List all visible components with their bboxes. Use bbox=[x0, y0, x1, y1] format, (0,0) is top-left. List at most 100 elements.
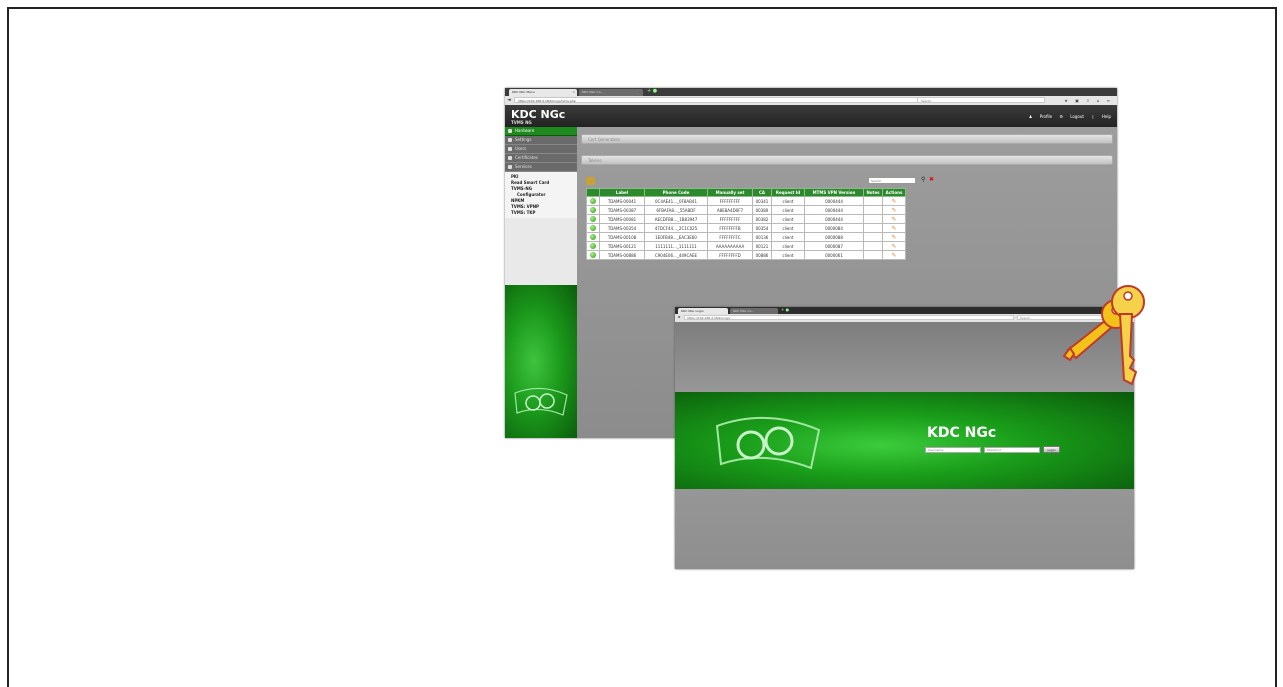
column-header[interactable]: Phone Code bbox=[644, 188, 708, 197]
add-token-icon[interactable] bbox=[586, 177, 595, 185]
status-ok-icon bbox=[590, 207, 596, 213]
table-search-input[interactable]: Search bbox=[868, 177, 916, 184]
edit-pencil-icon[interactable]: ✎ bbox=[891, 234, 896, 241]
status-cell bbox=[586, 250, 600, 260]
sidebar-item-label: Settings bbox=[515, 137, 532, 142]
cell-request-id: client bbox=[771, 250, 805, 260]
table-row[interactable]: TDAMS-00108 1E0FB48..._EAC3E60 FFFFFFFFC… bbox=[586, 232, 906, 242]
edit-pencil-icon[interactable]: ✎ bbox=[891, 252, 896, 259]
cell-request-id: client bbox=[771, 223, 805, 233]
logout-link[interactable]: Logout bbox=[1070, 114, 1084, 119]
username-input[interactable]: Username bbox=[925, 447, 981, 453]
cell-request-id: client bbox=[771, 241, 805, 251]
help-link[interactable]: Help bbox=[1102, 114, 1111, 119]
password-input[interactable]: Password bbox=[984, 447, 1040, 453]
column-header[interactable]: Label bbox=[599, 188, 645, 197]
table-row[interactable]: TDAMS-00354 47DCF44..._2C1C025 FFFFFFFFB… bbox=[586, 223, 906, 233]
app-header: KDC NGc TVMS NG ♟ Profile ⚙ Logout ❘ Hel… bbox=[505, 105, 1117, 127]
status-ok-icon bbox=[590, 198, 596, 204]
edit-pencil-icon[interactable]: ✎ bbox=[891, 243, 896, 250]
close-icon[interactable]: × bbox=[638, 89, 641, 96]
menu-icon bbox=[508, 138, 512, 142]
login-banner: KDC NGc Username Password Login bbox=[675, 392, 1134, 489]
panel-cert-generation[interactable]: Cert Generation bbox=[581, 134, 1113, 144]
column-header[interactable]: Actions bbox=[882, 188, 906, 197]
header-links: ♟ Profile ⚙ Logout ❘ Help bbox=[1023, 114, 1111, 119]
cell-ca: 00341 bbox=[752, 196, 772, 206]
sidebar-submenu: PKI Read Smart Card TVMS-NG Configurator… bbox=[505, 172, 577, 218]
cell-vpn-version: 0000444 bbox=[804, 214, 864, 224]
tab-active[interactable]: KDC NGc Menu × bbox=[509, 89, 577, 96]
login-button[interactable]: Login bbox=[1043, 446, 1060, 453]
app-subtitle: TVMS NG bbox=[511, 120, 532, 125]
column-header[interactable]: MTMS VPN Version bbox=[804, 188, 864, 197]
cell-notes bbox=[863, 250, 883, 260]
sidebar-item-certificates[interactable]: Certificates bbox=[505, 154, 577, 163]
cell-label: TDAMS-00081 bbox=[599, 214, 645, 224]
profile-link[interactable]: Profile bbox=[1040, 114, 1052, 119]
cell-vpn-version: 0000061 bbox=[804, 250, 864, 260]
edit-pencil-icon[interactable]: ✎ bbox=[891, 207, 896, 214]
close-icon[interactable]: × bbox=[572, 89, 575, 96]
table-row[interactable]: TDAMS-00041 0C4AE41..._0F8AB41 FFFFFFFFF… bbox=[586, 196, 906, 206]
column-header[interactable] bbox=[586, 188, 600, 197]
back-arrow-icon[interactable]: ◄ bbox=[507, 96, 511, 105]
cell-manually-set: AAAAAAAAAA bbox=[707, 241, 753, 251]
cell-notes bbox=[863, 214, 883, 224]
column-header[interactable]: CA bbox=[752, 188, 772, 197]
status-ok-icon bbox=[590, 234, 596, 240]
keys-icon bbox=[1062, 285, 1145, 386]
url-field[interactable]: https://192.168.4.18/kdcngc/ bbox=[684, 315, 1014, 320]
search-field[interactable]: Search bbox=[917, 97, 1045, 103]
column-header[interactable]: Manually set bbox=[707, 188, 753, 197]
sidebar-item-users[interactable]: Users bbox=[505, 145, 577, 154]
sidebar-item-settings[interactable]: Settings bbox=[505, 136, 577, 145]
clear-icon[interactable]: ✖ bbox=[929, 176, 934, 183]
submenu-item[interactable]: TVMS: TKP bbox=[511, 210, 577, 216]
cell-phone-code: C904E06..._449CAEE bbox=[644, 250, 708, 260]
table-row[interactable]: TDAMS-00121 1111111..._1111111 AAAAAAAAA… bbox=[586, 241, 906, 251]
cell-phone-code: 6FBAFA8..._55ABDF bbox=[644, 205, 708, 215]
sidebar-item-services[interactable]: Services bbox=[505, 163, 577, 172]
menu-icon bbox=[508, 129, 512, 133]
table-row[interactable]: TDAMS-00886 C904E06..._449CAEE FFFFFFFFD… bbox=[586, 250, 906, 260]
cell-actions: ✎ bbox=[882, 205, 906, 215]
user-icon: ♟ bbox=[1028, 114, 1033, 119]
status-ok-icon bbox=[590, 243, 596, 249]
cell-ca: 00382 bbox=[752, 214, 772, 224]
column-header[interactable]: Notes bbox=[863, 188, 883, 197]
sidebar-item-label: Services bbox=[515, 164, 532, 169]
status-cell bbox=[586, 205, 600, 215]
cell-ca: 00121 bbox=[752, 241, 772, 251]
edit-pencil-icon[interactable]: ✎ bbox=[891, 198, 896, 205]
new-tab-icon[interactable]: + ● bbox=[647, 88, 657, 94]
cell-ca: 00354 bbox=[752, 223, 772, 233]
company-logo bbox=[514, 387, 568, 416]
cell-actions: ✎ bbox=[882, 241, 906, 251]
search-icon[interactable]: ⚲ bbox=[921, 176, 925, 183]
status-cell bbox=[586, 223, 600, 233]
edit-pencil-icon[interactable]: ✎ bbox=[891, 225, 896, 232]
cell-actions: ✎ bbox=[882, 223, 906, 233]
tab-label: KDC NGc Menu bbox=[512, 90, 535, 94]
cell-actions: ✎ bbox=[882, 250, 906, 260]
status-ok-icon bbox=[590, 225, 596, 231]
panel-tokens[interactable]: Tokens bbox=[581, 155, 1113, 165]
tab-inactive[interactable]: KDC NGc Co... × bbox=[579, 89, 643, 96]
table-row[interactable]: TDAMS-00081 AECDFB8..._1B83947 FFFFFFFFF… bbox=[586, 214, 906, 224]
cell-request-id: client bbox=[771, 214, 805, 224]
column-header[interactable]: Request Id bbox=[771, 188, 805, 197]
tab-label: KDC NGc Login bbox=[681, 309, 704, 313]
edit-pencil-icon[interactable]: ✎ bbox=[891, 216, 896, 223]
cell-phone-code: 1111111..._1111111 bbox=[644, 241, 708, 251]
back-arrow-icon[interactable]: ◄ bbox=[677, 314, 680, 319]
status-cell bbox=[586, 196, 600, 206]
sidebar-item-hardware[interactable]: Hardware bbox=[505, 127, 577, 136]
toolbar-icons[interactable]: ★ ▣ ⇩ ⌂ ≡ bbox=[1064, 96, 1113, 105]
cell-manually-set: FFFFFFFFF bbox=[707, 214, 753, 224]
cell-ca: 00380 bbox=[752, 205, 772, 215]
table-row[interactable]: TDAMS-00387 6FBAFA8..._55ABDF A8E8A4D0F7… bbox=[586, 205, 906, 215]
new-tab-icon[interactable]: + ● bbox=[781, 307, 789, 312]
help-icon: ❘ bbox=[1091, 114, 1095, 119]
cell-label: TDAMS-00387 bbox=[599, 205, 645, 215]
